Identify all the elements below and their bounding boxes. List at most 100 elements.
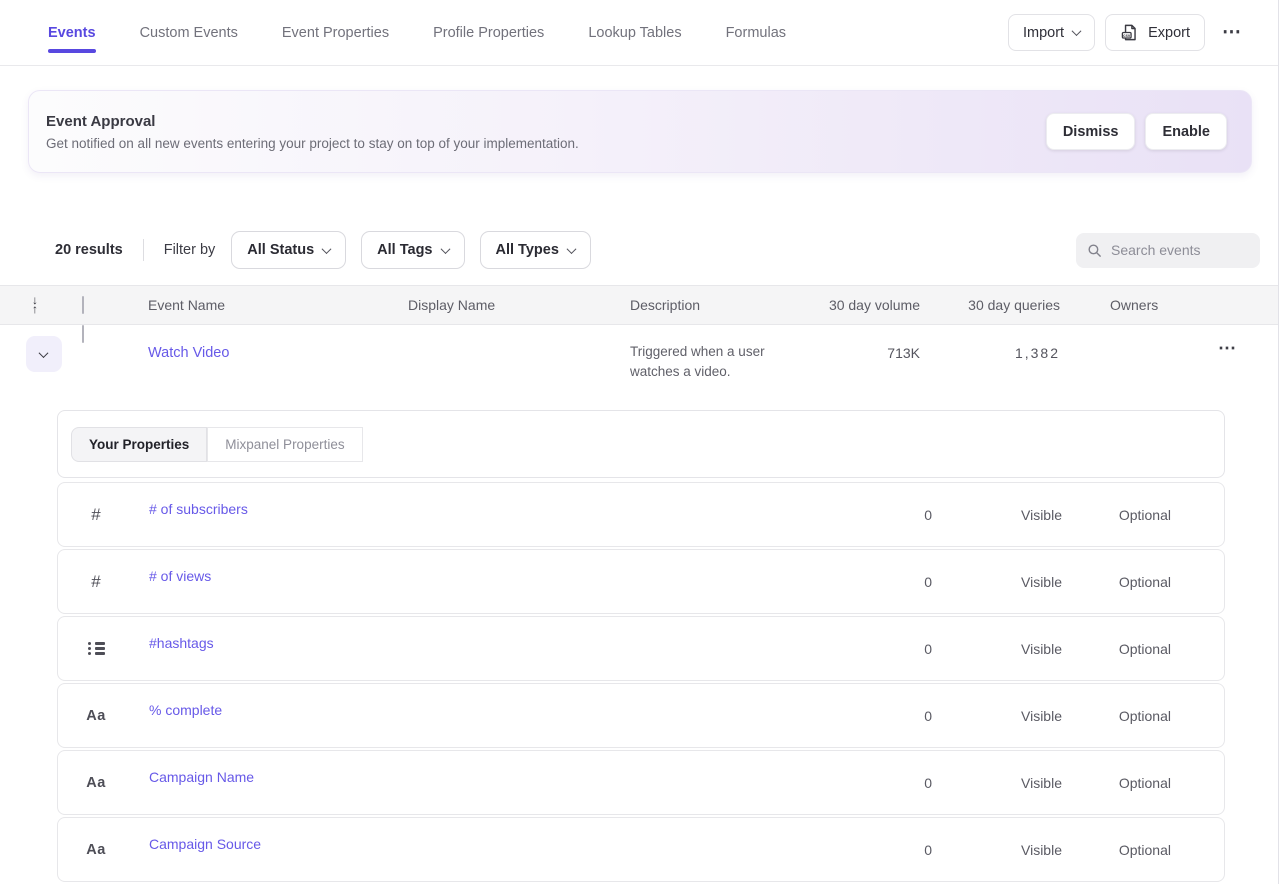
property-count: 0 [872,574,932,590]
property-name-link[interactable]: Campaign Source [108,836,261,852]
column-header-30-day-volume: 30 day volume [820,297,920,313]
property-requirement: Optional [1062,641,1171,657]
export-button[interactable]: csv Export [1105,14,1205,51]
csv-file-icon: csv [1120,23,1139,42]
property-name-link[interactable]: % complete [108,702,222,718]
property-values: 0 Visible Optional [872,842,1224,858]
property-values: 0 Visible Optional [872,574,1224,590]
dismiss-button[interactable]: Dismiss [1046,113,1136,150]
property-name-link[interactable]: # of subscribers [108,501,248,517]
column-header-30-day-queries: 30 day queries [920,297,1060,313]
event-description: Triggered when a user watches a video. [630,342,790,382]
banner-text: Event Approval Get notified on all new e… [46,113,579,151]
nav-tabs: Events Custom Events Event Properties Pr… [48,0,786,65]
property-visibility: Visible [932,641,1062,657]
property-row: # of views 0 Visible Optional [57,549,1225,614]
property-row: Campaign Source 0 Visible Optional [57,817,1225,882]
property-count: 0 [872,775,932,791]
property-count: 0 [872,641,932,657]
banner-actions: Dismiss Enable [1046,113,1227,150]
filter-bar: 20 results Filter by All Status All Tags… [55,231,1260,269]
nav-tab[interactable]: Custom Events [140,0,238,65]
filter-dropdown[interactable]: All Types [480,231,591,269]
event-table-row: Watch Video Triggered when a user watche… [0,326,1279,410]
property-row: Campaign Name 0 Visible Optional [57,750,1225,815]
column-header-owners: Owners [1110,297,1170,313]
property-name-link[interactable]: # of views [108,568,211,584]
property-count: 0 [872,507,932,523]
property-row: % complete 0 Visible Optional [57,683,1225,748]
expand-row-button[interactable] [26,336,62,372]
property-requirement: Optional [1062,708,1171,724]
property-visibility: Visible [932,507,1062,523]
event-approval-banner: Event Approval Get notified on all new e… [28,90,1252,173]
property-requirement: Optional [1062,507,1171,523]
events-table-header: ↓ ↑ Event Name Display Name Description … [0,285,1279,325]
properties-tab-switcher: Your Properties Mixpanel Properties [71,427,363,462]
row-checkbox[interactable] [82,325,84,343]
property-values: 0 Visible Optional [872,507,1224,523]
row-more-options-icon[interactable]: ⋯ [1218,338,1237,359]
more-options-icon[interactable]: ⋯ [1215,14,1249,51]
property-values: 0 Visible Optional [872,641,1224,657]
property-name-link[interactable]: #hashtags [108,635,214,651]
property-values: 0 Visible Optional [872,708,1224,724]
property-visibility: Visible [932,574,1062,590]
filter-dropdown-label: All Status [247,242,314,258]
property-type-icon [84,572,108,592]
chevron-down-icon [440,244,450,254]
event-30-day-queries: 1,382 [920,345,1060,361]
column-header-description: Description [630,297,820,313]
property-name-link[interactable]: Campaign Name [108,769,254,785]
property-requirement: Optional [1062,574,1171,590]
chevron-down-icon [1072,26,1082,36]
divider [143,239,144,261]
property-visibility: Visible [932,842,1062,858]
search-box[interactable] [1076,233,1260,268]
property-type-icon [84,647,108,650]
properties-tab[interactable]: Mixpanel Properties [207,427,362,462]
nav-actions: Import csv Export ⋯ [1008,0,1249,65]
select-all-checkbox[interactable] [82,296,84,314]
export-button-label: Export [1148,25,1190,41]
svg-text:csv: csv [1123,33,1131,38]
chevron-down-icon [39,348,49,358]
property-count: 0 [872,708,932,724]
top-navigation: Events Custom Events Event Properties Pr… [0,0,1279,66]
event-name-link[interactable]: Watch Video [148,345,229,361]
property-type-icon [84,708,108,724]
filter-dropdown[interactable]: All Tags [361,231,464,269]
filter-dropdowns: All Status All Tags All Types [231,231,591,269]
lexicon-page: Events Custom Events Event Properties Pr… [0,0,1279,884]
property-values: 0 Visible Optional [872,775,1224,791]
import-button-label: Import [1023,25,1064,41]
enable-button[interactable]: Enable [1145,113,1227,150]
import-button[interactable]: Import [1008,14,1095,51]
chevron-down-icon [566,244,576,254]
properties-panel: Your Properties Mixpanel Properties # of… [57,410,1225,884]
property-count: 0 [872,842,932,858]
search-icon [1086,242,1103,259]
column-header-display-name: Display Name [408,297,630,313]
event-30-day-volume: 713K [820,345,920,361]
nav-tab[interactable]: Events [48,0,96,65]
banner-title: Event Approval [46,113,579,130]
filter-dropdown[interactable]: All Status [231,231,346,269]
filter-dropdown-label: All Tags [377,242,432,258]
property-type-icon [84,505,108,525]
property-row: # of subscribers 0 Visible Optional [57,482,1225,547]
collapse-all-icon[interactable]: ↓ ↑ [32,296,38,314]
nav-tab[interactable]: Formulas [726,0,786,65]
property-visibility: Visible [932,775,1062,791]
property-requirement: Optional [1062,842,1171,858]
nav-tab[interactable]: Lookup Tables [588,0,681,65]
search-input[interactable] [1111,242,1241,258]
properties-tab[interactable]: Your Properties [71,427,207,462]
chevron-down-icon [322,244,332,254]
results-count: 20 results [55,242,123,258]
filter-dropdown-label: All Types [496,242,559,258]
nav-tab[interactable]: Event Properties [282,0,389,65]
property-requirement: Optional [1062,775,1171,791]
nav-tab[interactable]: Profile Properties [433,0,544,65]
property-visibility: Visible [932,708,1062,724]
